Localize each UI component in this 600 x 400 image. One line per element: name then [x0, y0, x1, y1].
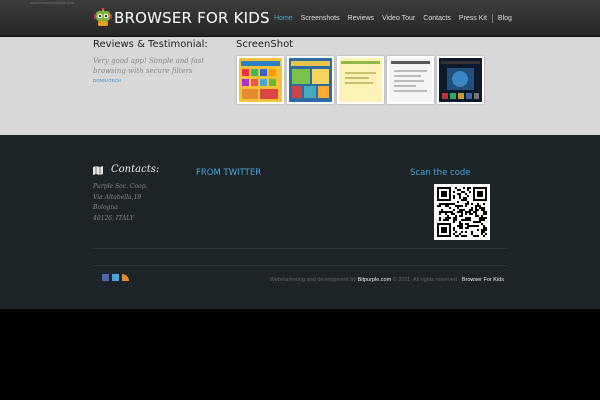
- screenshots-heading: ScreenShot: [236, 39, 294, 50]
- rss-icon[interactable]: [122, 274, 129, 281]
- twitter-heading: FROM TWITTER: [196, 168, 262, 178]
- qr-code[interactable]: [434, 184, 490, 240]
- screenshot-thumb-5[interactable]: [437, 56, 484, 104]
- company-link[interactable]: Bitpurple.com: [358, 277, 392, 283]
- footer-credits: Webmarketing and development by Bitpurpl…: [270, 277, 504, 283]
- nav-press-kit[interactable]: Press Kit: [455, 15, 491, 22]
- screenshot-thumb-1[interactable]: [237, 56, 284, 104]
- twitter-icon[interactable]: [112, 274, 119, 281]
- top-navbar: www.browserforkids.com BROWSER FOR KIDS …: [0, 0, 600, 37]
- nav-video-tour[interactable]: Video Tour: [378, 15, 419, 22]
- screenshot-gallery: [237, 56, 484, 104]
- product-link[interactable]: Browser For Kids: [462, 277, 504, 283]
- address-line: 40126, ITALY: [93, 214, 134, 222]
- screenshot-thumb-2[interactable]: [287, 56, 334, 104]
- screenshot-thumb-4[interactable]: [387, 56, 434, 104]
- nav-blog[interactable]: Blog: [494, 15, 516, 22]
- qr-heading: Scan the code: [410, 168, 471, 178]
- nav-contacts[interactable]: Contacts: [419, 15, 455, 22]
- map-icon: [93, 166, 103, 175]
- review-quote: Very good app! Simple and fast browsing …: [93, 57, 205, 75]
- brand-title[interactable]: BROWSER FOR KIDS: [114, 9, 270, 27]
- address-line: Bologna: [93, 204, 118, 211]
- contacts-heading: Contacts:: [111, 164, 160, 175]
- address-line: Via Altabella,19: [93, 193, 142, 201]
- nav-home[interactable]: Home: [270, 15, 297, 22]
- screenshot-thumb-3[interactable]: [337, 56, 384, 104]
- footer-divider: [93, 265, 507, 266]
- copyright-text: © 2011. All rights reserved -: [392, 277, 461, 283]
- contact-address: Purple Soc. Coop. Via Altabella,19 Bolog…: [93, 182, 147, 224]
- qr-code-image: [437, 187, 487, 237]
- main-nav: Home Screenshots Reviews Video Tour Cont…: [270, 14, 516, 23]
- reviews-heading: Reviews & Testimonial:: [93, 39, 208, 50]
- facebook-icon[interactable]: [102, 274, 109, 281]
- social-links: [102, 274, 129, 281]
- nav-divider: [491, 14, 493, 23]
- nav-reviews[interactable]: Reviews: [344, 15, 378, 22]
- top-url-text: www.browserforkids.com: [30, 0, 75, 5]
- robot-logo-icon[interactable]: [93, 8, 113, 28]
- address-line: Purple Soc. Coop.: [93, 183, 148, 190]
- footer-divider: [93, 248, 507, 249]
- credits-prefix: Webmarketing and development by: [269, 277, 357, 283]
- nav-screenshots[interactable]: Screenshots: [297, 15, 344, 22]
- review-author[interactable]: DONNATECH: [93, 78, 121, 83]
